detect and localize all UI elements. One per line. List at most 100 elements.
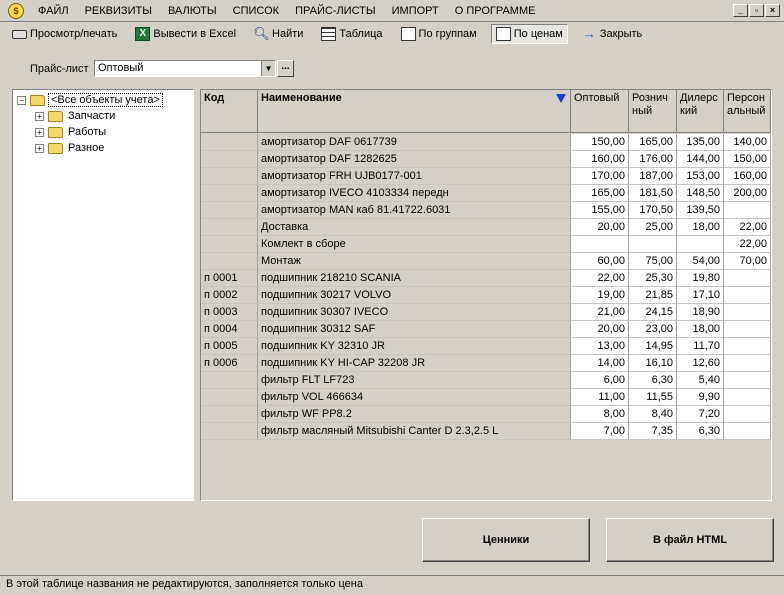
cell-ret[interactable]: 8,40: [629, 406, 677, 423]
table-row[interactable]: фильтр FLT LF723 6,00 6,30 5,40: [201, 372, 771, 389]
cell-per[interactable]: [724, 423, 771, 440]
pricelist-select[interactable]: Оптовый ▼: [94, 60, 276, 77]
minimize-button[interactable]: _: [733, 4, 748, 17]
tree-root-label[interactable]: <Все объекты учета>: [48, 93, 163, 107]
header-code[interactable]: Код: [201, 90, 258, 133]
cell-dil[interactable]: 18,00: [677, 321, 724, 338]
export-excel-button[interactable]: X Вывести в Excel: [131, 24, 240, 44]
export-html-button[interactable]: В файл HTML: [606, 518, 774, 562]
cell-opt[interactable]: 165,00: [571, 185, 629, 202]
price-tags-button[interactable]: Ценники: [422, 518, 590, 562]
tree-root[interactable]: − <Все объекты учета>: [13, 92, 193, 108]
collapse-icon[interactable]: −: [17, 95, 26, 105]
cell-opt[interactable]: 170,00: [571, 168, 629, 185]
cell-dil[interactable]: 6,30: [677, 423, 724, 440]
cell-ret[interactable]: 6,30: [629, 372, 677, 389]
cell-opt[interactable]: 150,00: [571, 134, 629, 151]
cell-opt[interactable]: 19,00: [571, 287, 629, 304]
preview-print-button[interactable]: Просмотр/печать: [8, 24, 121, 44]
menu-item[interactable]: ВАЛЮТЫ: [160, 0, 225, 22]
app-icon[interactable]: $: [8, 2, 24, 19]
cell-per[interactable]: [724, 304, 771, 321]
menu-item[interactable]: СПИСОК: [225, 0, 287, 22]
menu-item[interactable]: ИМПОРТ: [384, 0, 447, 22]
cell-ret[interactable]: 7,35: [629, 423, 677, 440]
cell-dil[interactable]: 9,90: [677, 389, 724, 406]
price-grid[interactable]: Код Наименование Оптовый Рознич ный Диле…: [200, 89, 772, 501]
cell-ret[interactable]: 25,30: [629, 270, 677, 287]
cell-per[interactable]: 150,00: [724, 151, 771, 168]
cell-dil[interactable]: 148,50: [677, 185, 724, 202]
cell-dil[interactable]: 144,00: [677, 151, 724, 168]
cell-per[interactable]: 200,00: [724, 185, 771, 202]
table-row[interactable]: Монтаж 60,00 75,00 54,00 70,00: [201, 253, 771, 270]
cell-ret[interactable]: 181,50: [629, 185, 677, 202]
cell-per[interactable]: [724, 406, 771, 423]
table-row[interactable]: п 0005 подшипник KY 32310 JR 13,00 14,95 11,…: [201, 338, 771, 355]
close-window-button[interactable]: ×: [765, 4, 780, 17]
cell-ret[interactable]: 16,10: [629, 355, 677, 372]
table-row[interactable]: п 0002 подшипник 30217 VOLVO 19,00 21,85 17,…: [201, 287, 771, 304]
chevron-down-icon[interactable]: ▼: [261, 61, 275, 76]
table-row[interactable]: п 0004 подшипник 30312 SAF 20,00 23,00 18,00: [201, 321, 771, 338]
tree-item-label[interactable]: Разное: [66, 142, 106, 154]
table-button[interactable]: Таблица: [317, 24, 386, 44]
cell-opt[interactable]: 7,00: [571, 423, 629, 440]
cell-opt[interactable]: 6,00: [571, 372, 629, 389]
cell-opt[interactable]: 8,00: [571, 406, 629, 423]
cell-per[interactable]: [724, 372, 771, 389]
cell-per[interactable]: 140,00: [724, 134, 771, 151]
cell-per[interactable]: 70,00: [724, 253, 771, 270]
cell-opt[interactable]: 20,00: [571, 219, 629, 236]
tree-item-label[interactable]: Работы: [66, 126, 108, 138]
cell-dil[interactable]: 153,00: [677, 168, 724, 185]
find-button[interactable]: 🔍︎ Найти: [250, 24, 307, 44]
cell-dil[interactable]: 18,90: [677, 304, 724, 321]
close-button[interactable]: → Закрыть: [578, 24, 646, 44]
cell-per[interactable]: [724, 338, 771, 355]
cell-opt[interactable]: 14,00: [571, 355, 629, 372]
cell-ret[interactable]: 165,00: [629, 134, 677, 151]
cell-opt[interactable]: 60,00: [571, 253, 629, 270]
expand-icon[interactable]: +: [35, 143, 44, 153]
cell-ret[interactable]: 24,15: [629, 304, 677, 321]
cell-opt[interactable]: 20,00: [571, 321, 629, 338]
cell-ret[interactable]: 176,00: [629, 151, 677, 168]
by-prices-button[interactable]: По ценам: [490, 24, 568, 44]
table-row[interactable]: фильтр VOL 466634 11,00 11,55 9,90: [201, 389, 771, 406]
cell-ret[interactable]: 187,00: [629, 168, 677, 185]
table-row[interactable]: фильтр WF PP8.2 8,00 8,40 7,20: [201, 406, 771, 423]
cell-opt[interactable]: 22,00: [571, 270, 629, 287]
cell-dil[interactable]: 18,00: [677, 219, 724, 236]
table-row[interactable]: амортизатор DAF 1282625 160,00 176,00 144,0…: [201, 151, 771, 168]
table-row[interactable]: п 0006 подшипник KY HI-CAP 32208 JR 14,00 1…: [201, 355, 771, 372]
table-row[interactable]: фильтр масляный Mitsubishi Canter D 2.3,…: [201, 423, 771, 440]
cell-opt[interactable]: [571, 236, 629, 253]
menu-item[interactable]: РЕКВИЗИТЫ: [77, 0, 160, 22]
by-groups-button[interactable]: По группам: [397, 24, 481, 44]
cell-opt[interactable]: 13,00: [571, 338, 629, 355]
table-row[interactable]: амортизатор FRH UJB0177-001 170,00 187,00 1…: [201, 168, 771, 185]
cell-ret[interactable]: 11,55: [629, 389, 677, 406]
cell-dil[interactable]: 12,60: [677, 355, 724, 372]
menu-item[interactable]: ФАЙЛ: [30, 0, 77, 22]
menu-item[interactable]: О ПРОГРАММЕ: [447, 0, 544, 22]
cell-dil[interactable]: [677, 236, 724, 253]
cell-ret[interactable]: 170,50: [629, 202, 677, 219]
header-ret[interactable]: Рознич ный: [629, 90, 677, 133]
cell-dil[interactable]: 139,50: [677, 202, 724, 219]
cell-per[interactable]: 22,00: [724, 236, 771, 253]
cell-opt[interactable]: 21,00: [571, 304, 629, 321]
cell-dil[interactable]: 54,00: [677, 253, 724, 270]
menu-item[interactable]: ПРАЙС-ЛИСТЫ: [287, 0, 384, 22]
cell-per[interactable]: [724, 389, 771, 406]
cell-opt[interactable]: 160,00: [571, 151, 629, 168]
cell-ret[interactable]: 14,95: [629, 338, 677, 355]
cell-dil[interactable]: 19,80: [677, 270, 724, 287]
pricelist-browse-button[interactable]: ...: [277, 60, 294, 77]
tree-item-parts[interactable]: + Запчасти: [13, 108, 193, 124]
header-per[interactable]: Персон альный: [724, 90, 771, 133]
table-row[interactable]: амортизатор MAN каб 81.41722.6031 155,00 1…: [201, 202, 771, 219]
cell-ret[interactable]: [629, 236, 677, 253]
table-row[interactable]: Доставка 20,00 25,00 18,00 22,00: [201, 219, 771, 236]
